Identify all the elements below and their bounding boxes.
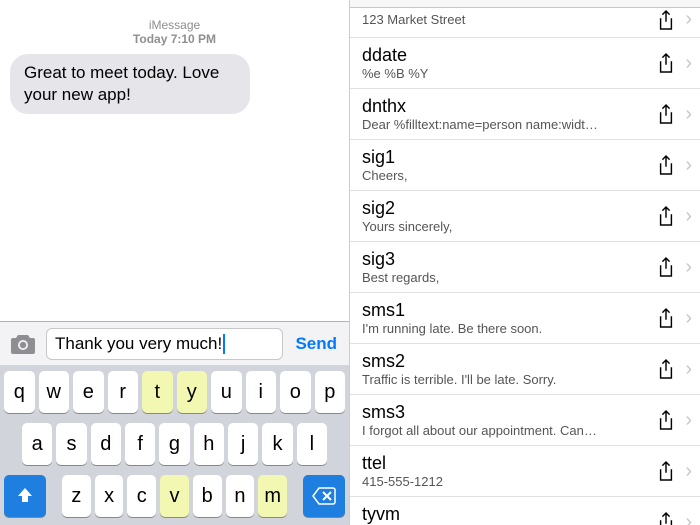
chevron-right-icon: › [683, 256, 692, 279]
chevron-right-icon: › [683, 52, 692, 75]
key-o[interactable]: o [280, 371, 311, 413]
share-icon[interactable] [657, 205, 679, 227]
share-icon[interactable] [657, 9, 679, 31]
key-v[interactable]: v [160, 475, 189, 517]
snippet-row[interactable]: sms3I forgot all about our appointment. … [350, 395, 700, 446]
chevron-right-icon: › [683, 409, 692, 432]
key-h[interactable]: h [194, 423, 224, 465]
snippet-title: sig1 [362, 146, 657, 168]
snippet-row[interactable]: sig2Yours sincerely, › [350, 191, 700, 242]
key-t[interactable]: t [142, 371, 173, 413]
snippet-expansion: Cheers, [362, 168, 632, 184]
snippet-expansion: 123 Market Street [362, 12, 632, 28]
snippet-expansion: Dear %filltext:name=person name:widt… [362, 117, 632, 133]
share-icon[interactable] [657, 256, 679, 278]
share-icon[interactable] [657, 52, 679, 74]
camera-icon[interactable] [8, 329, 38, 359]
imessage-pane: iMessage Today 7:10 PM Great to meet tod… [0, 0, 350, 525]
key-f[interactable]: f [125, 423, 155, 465]
keyboard: qwertyuiop asdfghjkl zxcvbnm [0, 365, 349, 525]
snippet-title: ttel [362, 452, 657, 474]
key-z[interactable]: z [62, 475, 91, 517]
send-button[interactable]: Send [291, 334, 341, 354]
compose-bar: Thank you very much! Send [0, 321, 349, 365]
snippets-topbar [350, 0, 700, 8]
snippet-expansion: I'm running late. Be there soon. [362, 321, 632, 337]
key-a[interactable]: a [22, 423, 52, 465]
chevron-right-icon: › [683, 358, 692, 381]
share-icon[interactable] [657, 307, 679, 329]
chevron-right-icon: › [683, 511, 692, 525]
snippets-pane: 123 Market Street›ddate%e %B %Y›dnthxDea… [350, 0, 700, 525]
chevron-right-icon: › [683, 205, 692, 228]
imessage-time: Today 7:10 PM [133, 32, 216, 46]
snippet-expansion: Best regards, [362, 270, 632, 286]
snippet-title: sig2 [362, 197, 657, 219]
key-p[interactable]: p [315, 371, 346, 413]
key-l[interactable]: l [297, 423, 327, 465]
share-icon[interactable] [657, 511, 679, 525]
snippet-row[interactable]: dnthxDear %filltext:name=person name:wid… [350, 89, 700, 140]
share-icon[interactable] [657, 409, 679, 431]
share-icon[interactable] [657, 103, 679, 125]
key-y[interactable]: y [177, 371, 208, 413]
snippet-title: tyvm [362, 503, 657, 525]
incoming-message-bubble: Great to meet today. Love your new app! [10, 54, 250, 114]
chevron-right-icon: › [683, 460, 692, 483]
snippet-expansion: 415-555-1212 [362, 474, 632, 490]
chevron-right-icon: › [683, 307, 692, 330]
snippet-expansion: %e %B %Y [362, 66, 632, 82]
key-c[interactable]: c [127, 475, 156, 517]
snippet-expansion: Yours sincerely, [362, 219, 632, 235]
key-i[interactable]: i [246, 371, 277, 413]
key-k[interactable]: k [262, 423, 292, 465]
key-w[interactable]: w [39, 371, 70, 413]
compose-input[interactable]: Thank you very much! [46, 328, 283, 360]
chevron-right-icon: › [683, 154, 692, 177]
snippet-row[interactable]: ttel415-555-1212 › [350, 446, 700, 497]
snippet-row[interactable]: sms1I'm running late. Be there soon. › [350, 293, 700, 344]
snippet-row[interactable]: sig3Best regards, › [350, 242, 700, 293]
snippet-row[interactable]: 123 Market Street › [350, 8, 700, 38]
imessage-label: iMessage [149, 18, 200, 32]
snippet-row[interactable]: tyvmThank you very much!› [350, 497, 700, 525]
key-m[interactable]: m [258, 475, 287, 517]
snippets-list[interactable]: 123 Market Street›ddate%e %B %Y›dnthxDea… [350, 8, 700, 525]
conversation-area: iMessage Today 7:10 PM Great to meet tod… [0, 0, 349, 321]
key-j[interactable]: j [228, 423, 258, 465]
key-x[interactable]: x [95, 475, 124, 517]
snippet-row[interactable]: sig1Cheers, › [350, 140, 700, 191]
text-cursor [223, 334, 225, 354]
snippet-title: dnthx [362, 95, 657, 117]
snippet-title: sig3 [362, 248, 657, 270]
snippet-row[interactable]: ddate%e %B %Y › [350, 38, 700, 89]
snippet-title: sms2 [362, 350, 657, 372]
share-icon[interactable] [657, 460, 679, 482]
snippet-row[interactable]: sms2Traffic is terrible. I'll be late. S… [350, 344, 700, 395]
chevron-right-icon: › [683, 103, 692, 126]
key-u[interactable]: u [211, 371, 242, 413]
chevron-right-icon: › [683, 8, 692, 31]
key-d[interactable]: d [91, 423, 121, 465]
key-n[interactable]: n [226, 475, 255, 517]
shift-key[interactable] [4, 475, 46, 517]
conversation-timestamp: iMessage Today 7:10 PM [0, 18, 349, 46]
compose-text: Thank you very much! [55, 334, 222, 354]
snippet-title: ddate [362, 44, 657, 66]
key-q[interactable]: q [4, 371, 35, 413]
key-b[interactable]: b [193, 475, 222, 517]
backspace-key[interactable] [303, 475, 345, 517]
key-r[interactable]: r [108, 371, 139, 413]
snippet-title: sms1 [362, 299, 657, 321]
snippet-expansion: I forgot all about our appointment. Can… [362, 423, 632, 439]
key-s[interactable]: s [56, 423, 86, 465]
snippet-title: sms3 [362, 401, 657, 423]
share-icon[interactable] [657, 154, 679, 176]
share-icon[interactable] [657, 358, 679, 380]
key-g[interactable]: g [159, 423, 189, 465]
key-e[interactable]: e [73, 371, 104, 413]
snippet-expansion: Traffic is terrible. I'll be late. Sorry… [362, 372, 632, 388]
